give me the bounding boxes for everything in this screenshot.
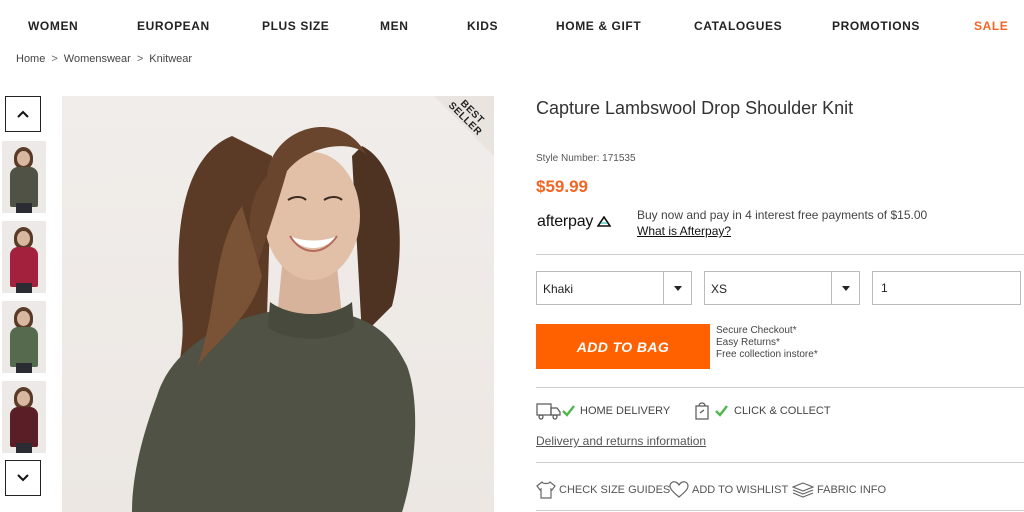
caret-down-icon [673, 285, 682, 291]
nav-women[interactable]: WOMEN [28, 19, 78, 33]
afterpay-logo: afterpay [537, 213, 612, 231]
thumbnail-scroll-up-button[interactable] [5, 96, 41, 132]
chevron-up-icon [17, 110, 29, 118]
fabric-info-label: FABRIC INFO [817, 484, 887, 496]
fabric-layers-icon [792, 482, 814, 498]
size-guide-button[interactable]: CHECK SIZE GUIDES [536, 480, 670, 500]
nav-plus-size[interactable]: PLUS SIZE [262, 19, 329, 33]
divider [536, 254, 1024, 255]
perk-secure-checkout: Secure Checkout* [716, 325, 797, 336]
delivery-returns-link[interactable]: Delivery and returns information [536, 434, 706, 448]
size-select-value: XS [711, 282, 728, 296]
divider [536, 462, 1024, 463]
afterpay-logo-text: afterpay [537, 213, 594, 230]
wishlist-label: ADD TO WISHLIST [692, 484, 789, 496]
what-is-afterpay-link[interactable]: What is Afterpay? [637, 224, 731, 238]
fabric-info-button[interactable]: FABRIC INFO [792, 480, 886, 500]
thumbnail-swatch [10, 247, 38, 287]
click-collect-label: CLICK & COLLECT [734, 405, 831, 417]
store-bag-icon [695, 402, 728, 420]
thumbnail-swatch [10, 167, 38, 207]
add-to-wishlist-button[interactable]: ADD TO WISHLIST [669, 480, 788, 500]
truck-icon [536, 403, 575, 420]
style-number: Style Number: 171535 [536, 153, 636, 164]
divider [536, 510, 1024, 511]
breadcrumb-home[interactable]: Home [16, 53, 45, 65]
breadcrumb-knitwear[interactable]: Knitwear [149, 53, 192, 65]
divider [536, 387, 1024, 388]
thumbnail-scroll-down-button[interactable] [5, 460, 41, 496]
nav-kids[interactable]: KIDS [467, 19, 498, 33]
thumbnail-khaki[interactable] [2, 141, 46, 213]
perk-free-collection: Free collection instore* [716, 349, 818, 360]
nav-european[interactable]: EUROPEAN [137, 19, 210, 33]
nav-sale[interactable]: SALE [974, 19, 1008, 33]
chevron-down-icon [17, 474, 29, 482]
breadcrumb-separator: > [51, 53, 58, 65]
breadcrumb-separator: > [136, 53, 144, 65]
afterpay-arrows-icon [596, 215, 612, 227]
caret-down-icon [841, 285, 850, 291]
afterpay-description: Buy now and pay in 4 interest free payme… [637, 208, 928, 222]
size-select[interactable]: XS [704, 271, 860, 305]
add-to-bag-button[interactable]: ADD TO BAG [536, 324, 710, 369]
model-photo [132, 127, 416, 512]
checkout-perks: Secure Checkout* Easy Returns* Free coll… [716, 325, 818, 361]
size-guide-label: CHECK SIZE GUIDES [559, 484, 671, 496]
shirt-icon [536, 481, 556, 499]
thumbnail-swatch [10, 327, 38, 367]
breadcrumb: Home > Womenswear > Knitwear [16, 53, 192, 65]
nav-men[interactable]: MEN [380, 19, 408, 33]
home-delivery-feature: HOME DELIVERY [536, 401, 670, 421]
nav-home-gift[interactable]: HOME & GIFT [556, 19, 641, 33]
home-delivery-label: HOME DELIVERY [580, 405, 671, 417]
colour-select[interactable]: Khaki [536, 271, 692, 305]
thumbnail-red[interactable] [2, 221, 46, 293]
thumbnail-swatch [10, 407, 38, 447]
thumbnail-burgundy[interactable] [2, 381, 46, 453]
perk-easy-returns: Easy Returns* [716, 337, 780, 348]
click-collect-feature: CLICK & COLLECT [694, 401, 831, 421]
quantity-input[interactable] [872, 271, 1021, 305]
nav-catalogues[interactable]: CATALOGUES [694, 19, 782, 33]
breadcrumb-womenswear[interactable]: Womenswear [64, 53, 131, 65]
product-main-image[interactable]: BEST SELLER [62, 96, 494, 512]
product-title: Capture Lambswool Drop Shoulder Knit [536, 98, 854, 118]
heart-icon [669, 481, 689, 498]
main-nav: WOMEN EUROPEAN PLUS SIZE MEN KIDS HOME &… [0, 0, 1024, 52]
nav-promotions[interactable]: PROMOTIONS [832, 19, 920, 33]
product-price: $59.99 [536, 177, 588, 196]
colour-select-value: Khaki [543, 282, 574, 296]
thumbnail-green[interactable] [2, 301, 46, 373]
